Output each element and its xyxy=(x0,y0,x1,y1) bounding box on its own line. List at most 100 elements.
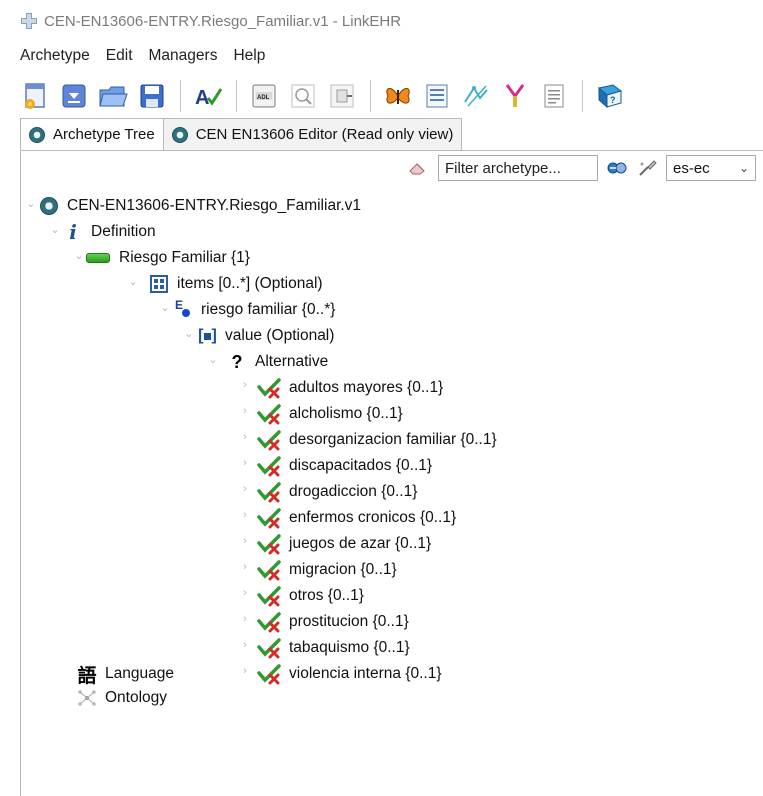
tree-node-alternative-item[interactable]: migracion {0..1} xyxy=(257,557,397,583)
filter-archetype-input[interactable]: Filter archetype... xyxy=(438,155,598,181)
tree-node-definition[interactable]: i Definition xyxy=(63,219,156,245)
info-icon: i xyxy=(69,220,77,244)
folder-open-icon xyxy=(99,86,128,107)
eraser-icon[interactable] xyxy=(408,161,426,175)
help-button[interactable]: ? xyxy=(595,81,625,111)
tree-node-label: Alternative xyxy=(255,353,329,370)
tree-node-alternative-item[interactable]: drogadiccion {0..1} xyxy=(257,479,417,505)
search-button[interactable] xyxy=(288,81,318,111)
tree-node-label: riesgo familiar {0..*} xyxy=(201,301,336,318)
tree-node-alternative-item[interactable]: juegos de azar {0..1} xyxy=(257,531,431,557)
collapse-twisty[interactable]: ⌄ xyxy=(127,275,139,288)
document-button[interactable] xyxy=(539,81,569,111)
check-cross-icon xyxy=(257,637,283,659)
tree-node-items[interactable]: items [0..*] (Optional) xyxy=(149,271,323,297)
tree-node-alternative-item[interactable]: discapacitados {0..1} xyxy=(257,453,432,479)
expand-twisty[interactable]: › xyxy=(239,535,251,547)
export-button[interactable] xyxy=(327,81,357,111)
toolbar: A ADL ? xyxy=(20,76,763,116)
tab-label: CEN EN13606 Editor (Read only view) xyxy=(195,126,454,143)
expand-twisty[interactable]: › xyxy=(239,587,251,599)
tree-node-ontology[interactable]: Ontology xyxy=(77,685,167,711)
tree-node-alternative-item[interactable]: violencia interna {0..1} xyxy=(257,661,442,687)
menu-archetype[interactable]: Archetype xyxy=(20,47,90,65)
window-title: CEN-EN13606-ENTRY.Riesgo_Familiar.v1 - L… xyxy=(44,12,402,30)
menu-edit[interactable]: Edit xyxy=(106,47,133,65)
ontology-icon xyxy=(77,688,97,708)
tree-node-entry[interactable]: Riesgo Familiar {1} xyxy=(85,245,250,271)
collapse-twisty[interactable]: ⌄ xyxy=(49,223,61,236)
new-document-icon xyxy=(25,83,45,109)
tree-node-alternative-item[interactable]: enfermos cronicos {0..1} xyxy=(257,505,456,531)
tree-node-label: Definition xyxy=(91,223,156,240)
expand-twisty[interactable]: › xyxy=(239,405,251,417)
svg-text:?: ? xyxy=(610,95,616,105)
tab-cen-editor[interactable]: CEN EN13606 Editor (Read only view) xyxy=(162,118,463,150)
tree-node-alternative-item[interactable]: tabaquismo {0..1} xyxy=(257,635,410,661)
expand-twisty[interactable]: › xyxy=(239,431,251,443)
language-select[interactable]: es-ec ⌄ xyxy=(666,155,756,181)
tab-archetype-tree[interactable]: Archetype Tree xyxy=(20,118,164,150)
search-icon xyxy=(291,84,315,108)
save-button[interactable] xyxy=(137,81,167,111)
tree-node-alternative-item[interactable]: adultos mayores {0..1} xyxy=(257,375,443,401)
expand-twisty[interactable]: › xyxy=(239,613,251,625)
tree-node-element[interactable]: E riesgo familiar {0..*} xyxy=(173,297,335,323)
adl-icon: ADL xyxy=(252,84,276,108)
tree-node-label: discapacitados {0..1} xyxy=(289,457,433,474)
toolbar-separator xyxy=(370,80,371,112)
import-button[interactable] xyxy=(59,81,89,111)
tree-node-alternative-item[interactable]: otros {0..1} xyxy=(257,583,364,609)
collapse-twisty[interactable]: ⌄ xyxy=(183,327,195,340)
expand-twisty[interactable]: › xyxy=(239,665,251,677)
expand-twisty[interactable]: › xyxy=(239,457,251,469)
svg-text:ADL: ADL xyxy=(257,95,270,101)
expand-twisty[interactable]: › xyxy=(239,561,251,573)
toolbar-separator xyxy=(236,80,237,112)
adl-button[interactable]: ADL xyxy=(249,81,279,111)
tree-node-label: enfermos cronicos {0..1} xyxy=(289,509,457,526)
expand-twisty[interactable]: › xyxy=(239,509,251,521)
expand-twisty[interactable]: › xyxy=(239,639,251,651)
tree-node-language[interactable]: 語 Language xyxy=(77,661,173,687)
check-cross-icon xyxy=(257,585,283,607)
title-bar: CEN-EN13606-ENTRY.Riesgo_Familiar.v1 - L… xyxy=(0,0,763,42)
form-icon xyxy=(426,84,448,108)
search-tool-icon[interactable] xyxy=(636,157,658,179)
menu-help[interactable]: Help xyxy=(233,47,265,65)
tree-node-alternative-item[interactable]: alcholismo {0..1} xyxy=(257,401,403,427)
archetype-icon xyxy=(39,196,59,216)
tree-node-label: prostitucion {0..1} xyxy=(289,613,409,630)
collapse-twisty[interactable]: ⌄ xyxy=(207,353,219,366)
help-book-icon: ? xyxy=(597,84,623,109)
terminology-button[interactable] xyxy=(461,81,491,111)
check-cross-icon xyxy=(257,507,283,529)
open-button[interactable] xyxy=(98,81,128,111)
collapse-twisty[interactable]: ⌄ xyxy=(159,301,171,314)
question-icon: ? xyxy=(231,351,243,372)
tree-node-value[interactable]: [] value (Optional) xyxy=(197,323,334,349)
tree-node-alternative-item[interactable]: desorganizacion familiar {0..1} xyxy=(257,427,497,453)
entry-icon xyxy=(85,248,111,268)
tree-node-alternative[interactable]: ? Alternative xyxy=(227,349,329,375)
collapse-twisty[interactable]: ⌄ xyxy=(25,197,37,210)
expand-twisty[interactable]: › xyxy=(239,483,251,495)
filter-icon[interactable] xyxy=(606,157,628,179)
tree-node-label: desorganizacion familiar {0..1} xyxy=(289,431,497,448)
specialize-button[interactable] xyxy=(383,81,413,111)
expand-twisty[interactable]: › xyxy=(239,379,251,391)
validate-button[interactable]: A xyxy=(193,81,223,111)
tree-node-label: otros {0..1} xyxy=(289,587,364,604)
menu-managers[interactable]: Managers xyxy=(149,47,218,65)
toolbar-separator xyxy=(180,80,181,112)
tree-node-label: drogadiccion {0..1} xyxy=(289,483,418,500)
new-archetype-button[interactable] xyxy=(20,81,50,111)
form-button[interactable] xyxy=(422,81,452,111)
tree-node-alternative-item[interactable]: prostitucion {0..1} xyxy=(257,609,409,635)
check-cross-icon xyxy=(257,455,283,477)
tree-node-label: violencia interna {0..1} xyxy=(289,665,442,682)
tree-node-root[interactable]: CEN-EN13606-ENTRY.Riesgo_Familiar.v1 xyxy=(39,193,361,219)
collapse-twisty[interactable]: ⌄ xyxy=(73,249,85,262)
tools-button[interactable] xyxy=(500,81,530,111)
check-cross-icon xyxy=(257,663,283,685)
